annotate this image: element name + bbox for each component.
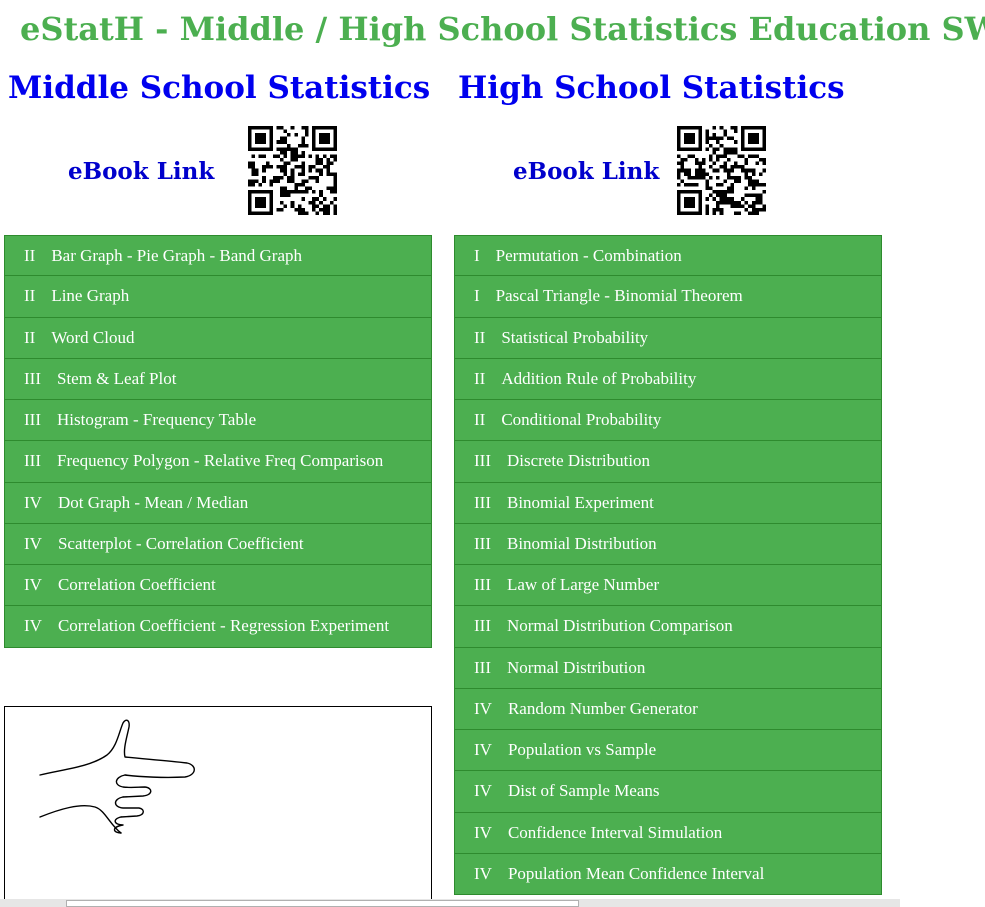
menu-item-label: Correlation Coefficient [57,575,216,595]
high-school-title: High School Statistics [458,70,845,106]
level-label: III [474,657,491,677]
menu-item[interactable]: IV Random Number Generator [454,688,882,730]
menu-item[interactable]: III Law of Large Number [454,565,882,607]
menu-item[interactable]: IV Confidence Interval Simulation [454,812,882,854]
high-school-menu: I Permutation - Combination I Pascal Triang… [454,235,882,895]
menu-item[interactable]: III Discrete Distribution [454,441,882,483]
menu-item-label: Statistical Probability [501,327,649,347]
level-label: II [24,245,36,265]
menu-item-label: Normal Distribution [506,657,646,677]
menu-item-label: Pascal Triangle - Binomial Theorem [495,286,743,306]
level-label: IV [474,822,492,842]
level-label: III [474,575,491,595]
menu-item[interactable]: IV Dist of Sample Means [454,771,882,813]
menu-item[interactable]: I Permutation - Combination [454,235,882,277]
menu-item[interactable]: II Line Graph [4,276,432,318]
pointer-panel [4,706,432,907]
level-label: IV [474,740,492,760]
menu-item[interactable]: II Bar Graph - Pie Graph - Band Graph [4,235,432,277]
menu-item[interactable]: III Stem & Leaf Plot [4,358,432,400]
menu-item-label: Scatterplot - Correlation Coefficient [57,533,304,553]
level-label: IV [474,698,492,718]
pointing-hand-icon [39,719,195,834]
middle-school-title: Middle School Statistics [8,70,431,106]
level-label: IV [24,616,42,636]
level-label: III [24,451,41,471]
level-label: I [474,245,480,265]
menu-item[interactable]: IV Population vs Sample [454,730,882,772]
menu-item[interactable]: IV Population Mean Confidence Interval [454,853,882,895]
menu-item-label: Stem & Leaf Plot [56,368,177,388]
menu-item-label: Normal Distribution Comparison [506,616,733,636]
menu-item-label: Bar Graph - Pie Graph - Band Graph [51,245,303,265]
menu-item[interactable]: II Word Cloud [4,317,432,359]
menu-item[interactable]: III Frequency Polygon - Relative Freq Com… [4,441,432,483]
level-label: III [474,533,491,553]
menu-item[interactable]: II Statistical Probability [454,317,882,359]
menu-item-label: Word Cloud [51,327,135,347]
level-label: III [474,451,491,471]
middle-school-menu: II Bar Graph - Pie Graph - Band Graph II Li… [4,235,432,648]
menu-item-label: Dist of Sample Means [507,781,660,801]
level-label: II [474,368,486,388]
menu-item[interactable]: III Normal Distribution [454,647,882,689]
high-school-qr-code-icon [677,126,766,215]
menu-item-label: Line Graph [51,286,130,306]
level-label: IV [24,575,42,595]
menu-item-label: Population vs Sample [507,740,657,760]
middle-school-qr-code-icon [248,126,337,215]
level-label: II [24,286,36,306]
menu-item[interactable]: III Normal Distribution Comparison [454,606,882,648]
level-label: II [474,410,486,430]
bottom-input-field[interactable] [66,900,579,907]
menu-item[interactable]: III Histogram - Frequency Table [4,400,432,442]
menu-item[interactable]: III Binomial Experiment [454,482,882,524]
menu-item-label: Population Mean Confidence Interval [507,863,765,883]
level-label: IV [24,533,42,553]
menu-item-label: Binomial Distribution [506,533,657,553]
menu-item-label: Binomial Experiment [506,492,654,512]
level-label: III [474,616,491,636]
menu-item-label: Conditional Probability [501,410,662,430]
menu-item[interactable]: III Binomial Distribution [454,523,882,565]
level-label: II [474,327,486,347]
menu-item-label: Correlation Coefficient - Regression Exp… [57,616,390,636]
menu-item-label: Histogram - Frequency Table [56,410,257,430]
menu-item-label: Random Number Generator [507,698,698,718]
high-school-ebook-link[interactable]: eBook Link [513,158,659,185]
menu-item[interactable]: II Conditional Probability [454,400,882,442]
menu-item[interactable]: I Pascal Triangle - Binomial Theorem [454,276,882,318]
menu-item-label: Dot Graph - Mean / Median [57,492,249,512]
menu-item-label: Discrete Distribution [506,451,651,471]
menu-item-label: Confidence Interval Simulation [507,822,723,842]
level-label: III [474,492,491,512]
level-label: III [24,410,41,430]
menu-item[interactable]: IV Scatterplot - Correlation Coefficient [4,523,432,565]
level-label: I [474,286,480,306]
menu-item[interactable]: IV Correlation Coefficient [4,565,432,607]
level-label: III [24,368,41,388]
menu-item[interactable]: IV Correlation Coefficient - Regression E… [4,606,432,648]
menu-item-label: Permutation - Combination [495,245,682,265]
menu-item[interactable]: IV Dot Graph - Mean / Median [4,482,432,524]
menu-item-label: Law of Large Number [506,575,660,595]
level-label: IV [474,863,492,883]
menu-item-label: Addition Rule of Probability [501,368,697,388]
middle-school-ebook-link[interactable]: eBook Link [68,158,214,185]
menu-item[interactable]: II Addition Rule of Probability [454,358,882,400]
app-title: eStatH - Middle / High School Statistics… [20,10,985,48]
level-label: II [24,327,36,347]
menu-item-label: Frequency Polygon - Relative Freq Compar… [56,451,384,471]
level-label: IV [24,492,42,512]
level-label: IV [474,781,492,801]
